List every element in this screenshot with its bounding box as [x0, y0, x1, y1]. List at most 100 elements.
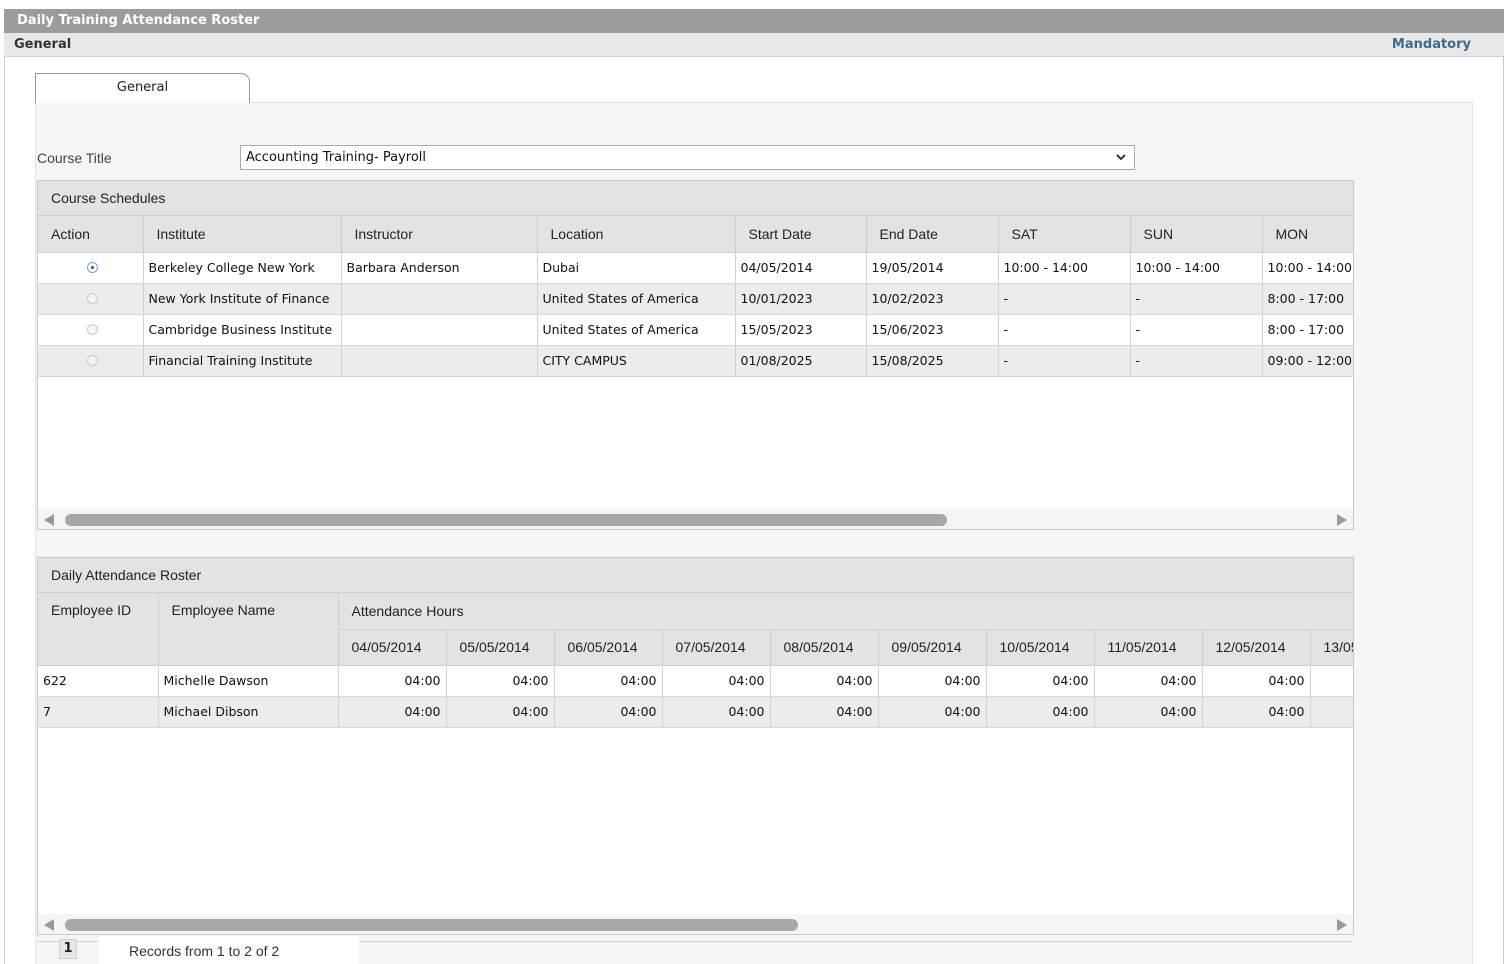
hours-cell[interactable]: 04:00 — [1094, 696, 1203, 728]
col-header-employee-name[interactable]: Employee Name — [158, 593, 339, 666]
col-header-date[interactable]: 09/05/2014 — [878, 629, 987, 666]
hours-cell[interactable]: 04:00 — [770, 665, 879, 697]
hours-cell[interactable]: 04:00 — [878, 665, 987, 697]
employee-id-cell: 622 — [38, 665, 159, 697]
select-radio[interactable] — [87, 355, 99, 366]
hours-cell[interactable]: 04:00 — [1202, 665, 1311, 697]
end-date-cell: 15/08/2025 — [866, 345, 999, 377]
mon-cell: 8:00 - 17:00 — [1262, 314, 1353, 346]
course-title-label: Course Title — [37, 150, 112, 166]
action-cell[interactable] — [38, 314, 144, 346]
col-header-date[interactable]: 12/05/2014 — [1202, 629, 1311, 666]
employee-id-cell: 7 — [38, 696, 159, 728]
attendance-roster-hscrollbar[interactable] — [38, 914, 1353, 934]
mon-cell: 09:00 - 12:00 — [1262, 345, 1353, 377]
hours-cell[interactable] — [1310, 665, 1353, 697]
col-header-location[interactable]: Location — [537, 216, 736, 253]
col-header-sun[interactable]: SUN — [1130, 216, 1263, 253]
course-schedules-table: Action Institute Instructor Location Sta… — [38, 216, 1353, 377]
select-radio[interactable] — [87, 262, 99, 273]
action-cell[interactable] — [38, 345, 144, 377]
sat-cell: 10:00 - 14:00 — [998, 252, 1131, 284]
mon-cell: 8:00 - 17:00 — [1262, 283, 1353, 315]
sat-cell: - — [998, 345, 1131, 377]
institute-cell: New York Institute of Finance — [143, 283, 342, 315]
instructor-cell — [341, 314, 538, 346]
attendance-roster-table: Employee ID Employee Name Attendance Hou… — [38, 593, 1353, 728]
hours-cell[interactable]: 04:00 — [338, 696, 447, 728]
table-row[interactable]: Berkeley College New York Barbara Anders… — [38, 252, 1353, 284]
scroll-left-icon[interactable] — [44, 919, 54, 931]
table-row[interactable]: Financial Training Institute CITY CAMPUS… — [38, 345, 1353, 377]
table-row[interactable]: Cambridge Business Institute United Stat… — [38, 314, 1353, 346]
location-cell: CITY CAMPUS — [537, 345, 736, 377]
institute-cell: Cambridge Business Institute — [143, 314, 342, 346]
hours-cell[interactable]: 04:00 — [986, 665, 1095, 697]
scroll-thumb[interactable] — [65, 919, 798, 931]
employee-name-cell: Michelle Dawson — [158, 665, 339, 697]
hours-cell[interactable]: 04:00 — [554, 696, 663, 728]
scroll-right-icon[interactable] — [1337, 919, 1347, 931]
col-header-start-date[interactable]: Start Date — [735, 216, 867, 253]
sat-cell: - — [998, 314, 1131, 346]
col-header-institute[interactable]: Institute — [143, 216, 342, 253]
window-title: Daily Training Attendance Roster — [4, 9, 1504, 33]
instructor-cell — [341, 283, 538, 315]
hours-cell[interactable]: 04:00 — [1202, 696, 1311, 728]
col-header-attendance-hours: Attendance Hours — [338, 593, 1353, 630]
hours-cell[interactable]: 04:00 — [770, 696, 879, 728]
col-header-date[interactable]: 06/05/2014 — [554, 629, 663, 666]
col-header-date[interactable]: 13/05/2014 — [1310, 629, 1353, 666]
mandatory-link[interactable]: Mandatory — [1392, 37, 1471, 52]
attendance-roster-grid: Daily Attendance Roster Employee ID Empl… — [37, 557, 1354, 935]
col-header-date[interactable]: 07/05/2014 — [662, 629, 771, 666]
hours-cell[interactable]: 04:00 — [986, 696, 1095, 728]
col-header-mon[interactable]: MON — [1262, 216, 1353, 253]
scroll-left-icon[interactable] — [44, 514, 54, 526]
location-cell: Dubai — [537, 252, 736, 284]
hours-cell[interactable]: 04:00 — [1094, 665, 1203, 697]
tab-general[interactable]: General — [35, 73, 250, 103]
sun-cell: - — [1130, 345, 1263, 377]
institute-cell: Financial Training Institute — [143, 345, 342, 377]
hours-cell[interactable]: 04:00 — [446, 696, 555, 728]
frame-border-right — [1503, 57, 1504, 964]
col-header-instructor[interactable]: Instructor — [341, 216, 538, 253]
course-title-select[interactable]: Accounting Training- Payroll — [240, 145, 1135, 170]
end-date-cell: 19/05/2014 — [866, 252, 999, 284]
sun-cell: - — [1130, 314, 1263, 346]
hours-cell[interactable]: 04:00 — [446, 665, 555, 697]
col-header-date[interactable]: 10/05/2014 — [986, 629, 1095, 666]
action-cell[interactable] — [38, 283, 144, 315]
hours-cell[interactable]: 04:00 — [338, 665, 447, 697]
col-header-date[interactable]: 11/05/2014 — [1094, 629, 1203, 666]
course-schedules-grid: Course Schedules Action Institute Instru… — [37, 180, 1354, 530]
hours-cell[interactable]: 04:00 — [662, 665, 771, 697]
col-header-date[interactable]: 05/05/2014 — [446, 629, 555, 666]
course-title-value: Accounting Training- Payroll — [246, 150, 426, 165]
instructor-cell: Barbara Anderson — [341, 252, 538, 284]
start-date-cell: 15/05/2023 — [735, 314, 867, 346]
scroll-right-icon[interactable] — [1337, 514, 1347, 526]
table-row[interactable]: 7 Michael Dibson 04:00 04:00 04:00 04:00… — [38, 696, 1353, 728]
page-button-1[interactable]: 1 — [59, 939, 77, 959]
section-title: General — [14, 37, 72, 52]
scroll-thumb[interactable] — [65, 514, 947, 526]
action-cell[interactable] — [38, 252, 144, 284]
col-header-date[interactable]: 08/05/2014 — [770, 629, 879, 666]
hours-cell[interactable]: 04:00 — [878, 696, 987, 728]
select-radio[interactable] — [87, 324, 99, 335]
col-header-action[interactable]: Action — [38, 216, 144, 253]
select-radio[interactable] — [87, 293, 99, 304]
hours-cell[interactable]: 04:00 — [662, 696, 771, 728]
course-schedules-hscrollbar[interactable] — [38, 509, 1353, 529]
table-row[interactable]: 622 Michelle Dawson 04:00 04:00 04:00 04… — [38, 665, 1353, 697]
col-header-date[interactable]: 04/05/2014 — [338, 629, 447, 666]
table-row[interactable]: New York Institute of Finance United Sta… — [38, 283, 1353, 315]
col-header-end-date[interactable]: End Date — [866, 216, 999, 253]
sun-cell: 10:00 - 14:00 — [1130, 252, 1263, 284]
col-header-sat[interactable]: SAT — [998, 216, 1131, 253]
col-header-employee-id[interactable]: Employee ID — [38, 593, 159, 666]
hours-cell[interactable] — [1310, 696, 1353, 728]
hours-cell[interactable]: 04:00 — [554, 665, 663, 697]
